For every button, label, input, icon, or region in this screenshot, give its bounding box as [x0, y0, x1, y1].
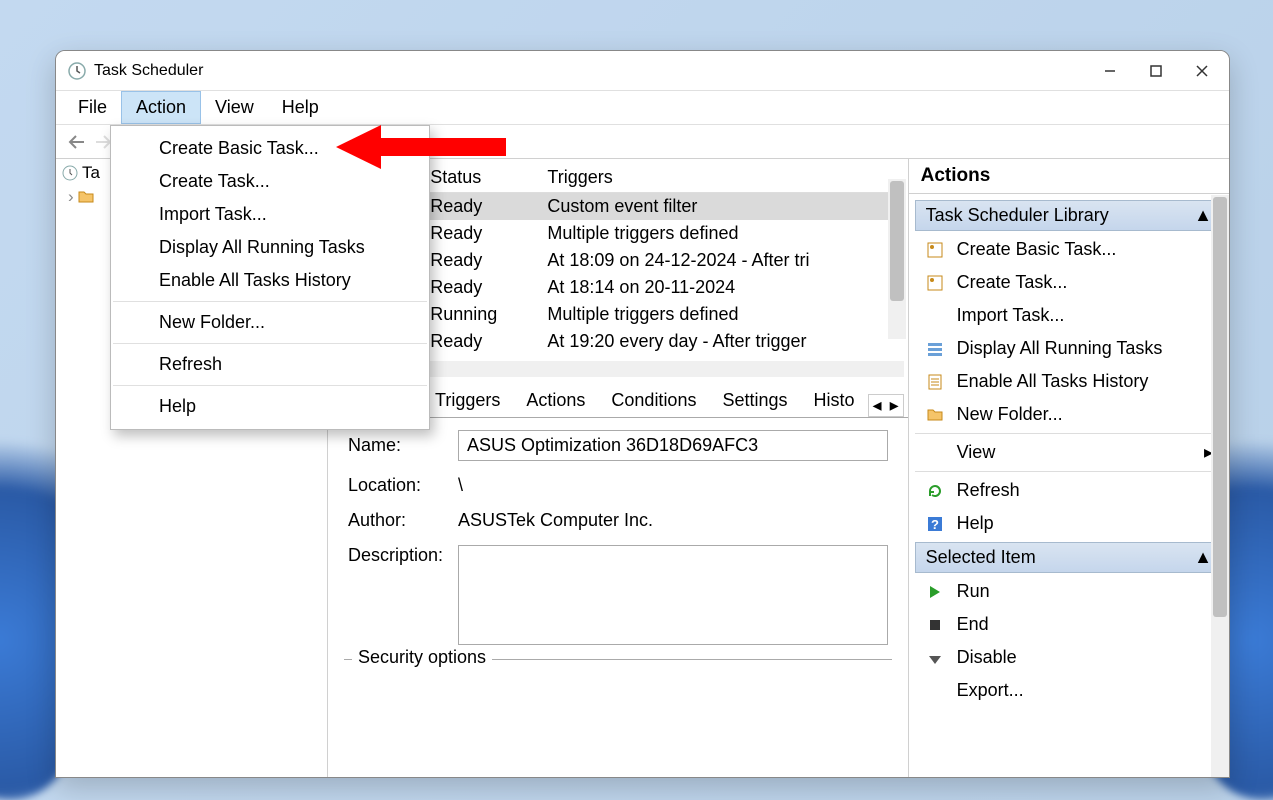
- separator: [915, 471, 1223, 472]
- value-author: ASUSTek Computer Inc.: [458, 510, 888, 531]
- separator: [113, 343, 427, 344]
- description-field[interactable]: [458, 545, 888, 645]
- clock-icon: [68, 62, 86, 80]
- col-triggers[interactable]: Triggers: [535, 163, 903, 193]
- action-view[interactable]: View▸: [915, 436, 1223, 469]
- action-run[interactable]: Run: [915, 575, 1223, 608]
- scrollbar-vertical[interactable]: [1211, 195, 1229, 777]
- play-icon: [925, 582, 945, 602]
- action-display-running[interactable]: Display All Running Tasks: [915, 332, 1223, 365]
- task-icon: [925, 240, 945, 260]
- action-help[interactable]: ?Help: [915, 507, 1223, 540]
- folder-icon: [925, 405, 945, 425]
- import-icon: [925, 306, 945, 326]
- action-refresh[interactable]: Refresh: [915, 474, 1223, 507]
- export-icon: [925, 681, 945, 701]
- collapse-icon[interactable]: ▲: [1194, 547, 1212, 568]
- menu-help[interactable]: Help: [268, 91, 333, 124]
- titlebar[interactable]: Task Scheduler: [56, 51, 1229, 91]
- action-create-task[interactable]: Create Task...: [915, 266, 1223, 299]
- action-export[interactable]: Export...: [915, 674, 1223, 707]
- folder-icon: [78, 189, 94, 205]
- clock-icon: [62, 165, 78, 181]
- action-enable-history[interactable]: Enable All Tasks History: [915, 365, 1223, 398]
- detail-general-panel: Name: Location: \ Author: ASUSTek Comput…: [328, 418, 908, 693]
- label-description: Description:: [348, 545, 458, 566]
- label-author: Author:: [348, 510, 458, 531]
- label-location: Location:: [348, 475, 458, 496]
- chevron-left-icon[interactable]: ◂: [869, 395, 886, 416]
- menu-action[interactable]: Action: [121, 91, 201, 124]
- label-name: Name:: [348, 435, 458, 456]
- menu-file[interactable]: File: [64, 91, 121, 124]
- tree-root-label: Ta: [82, 163, 100, 183]
- menuitem-import-task[interactable]: Import Task...: [111, 198, 429, 231]
- menuitem-enable-history[interactable]: Enable All Tasks History: [111, 264, 429, 297]
- chevron-right-icon[interactable]: ▸: [886, 395, 903, 416]
- section-selected-item[interactable]: Selected Item ▲: [915, 542, 1223, 573]
- history-icon: [925, 372, 945, 392]
- disable-icon: [925, 648, 945, 668]
- menuitem-help[interactable]: Help: [111, 390, 429, 423]
- window-task-scheduler: Task Scheduler File Action View Help Cre…: [55, 50, 1230, 778]
- menuitem-new-folder[interactable]: New Folder...: [111, 306, 429, 339]
- window-title: Task Scheduler: [94, 62, 1087, 80]
- name-field[interactable]: [458, 430, 888, 461]
- separator: [113, 301, 427, 302]
- separator: [915, 433, 1223, 434]
- tab-history[interactable]: Histo: [801, 383, 868, 417]
- maximize-button[interactable]: [1133, 51, 1179, 91]
- actions-title: Actions: [909, 159, 1229, 194]
- action-import-task[interactable]: Import Task...: [915, 299, 1223, 332]
- scrollbar-vertical[interactable]: [888, 179, 906, 339]
- task-icon: [925, 273, 945, 293]
- action-new-folder[interactable]: New Folder...: [915, 398, 1223, 431]
- help-icon: ?: [925, 514, 945, 534]
- menu-view[interactable]: View: [201, 91, 268, 124]
- separator: [113, 385, 427, 386]
- tab-triggers[interactable]: Triggers: [422, 383, 513, 417]
- list-icon: [925, 339, 945, 359]
- back-icon[interactable]: [64, 130, 90, 154]
- actions-panel: Actions Task Scheduler Library ▲ Create …: [909, 159, 1229, 777]
- action-create-basic-task[interactable]: Create Basic Task...: [915, 233, 1223, 266]
- security-options-group: Security options: [344, 659, 892, 681]
- refresh-icon: [925, 481, 945, 501]
- tab-actions[interactable]: Actions: [513, 383, 598, 417]
- stop-icon: [925, 615, 945, 635]
- minimize-button[interactable]: [1087, 51, 1133, 91]
- tab-conditions[interactable]: Conditions: [598, 383, 709, 417]
- expand-icon[interactable]: ›: [68, 187, 74, 207]
- action-end[interactable]: End: [915, 608, 1223, 641]
- action-disable[interactable]: Disable: [915, 641, 1223, 674]
- close-button[interactable]: [1179, 51, 1225, 91]
- annotation-arrow: [326, 117, 526, 177]
- value-location: \: [458, 475, 888, 496]
- tab-settings[interactable]: Settings: [709, 383, 800, 417]
- menuitem-display-all-running[interactable]: Display All Running Tasks: [111, 231, 429, 264]
- section-task-scheduler-library[interactable]: Task Scheduler Library ▲: [915, 200, 1223, 231]
- tab-scroll[interactable]: ◂ ▸: [868, 394, 904, 417]
- collapse-icon[interactable]: ▲: [1194, 205, 1212, 226]
- menubar: File Action View Help Create Basic Task.…: [56, 91, 1229, 125]
- menuitem-refresh[interactable]: Refresh: [111, 348, 429, 381]
- svg-text:?: ?: [931, 517, 939, 532]
